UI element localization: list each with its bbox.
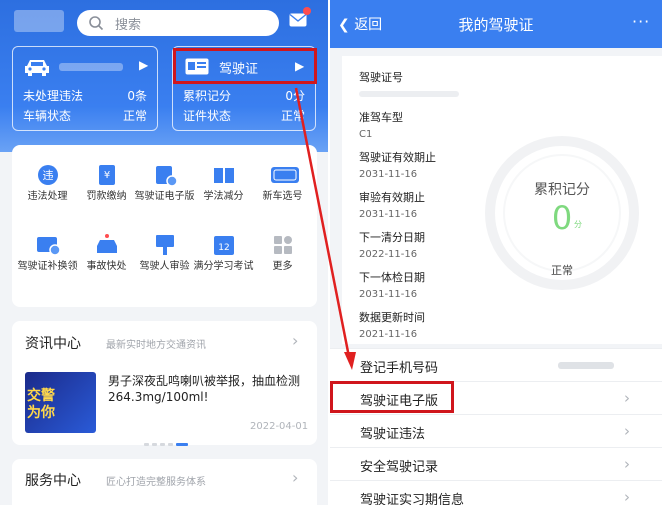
service-center-title: 服务中心 — [25, 473, 81, 489]
gauge-label: 累积记分 — [534, 182, 590, 198]
service-driver-review[interactable]: 驾驶人审验 — [134, 233, 195, 273]
calendar-12-icon: 12 — [211, 233, 237, 257]
chevron-right-icon[interactable]: › — [292, 331, 298, 350]
license-info-card: 驾驶证号 准驾车型 C1 驾驶证有效期止 2031-11-16 审验有效期止 2… — [342, 56, 662, 344]
points-value: 0分 — [285, 89, 305, 103]
news-center-subtitle: 最新实时地方交通资讯 — [106, 340, 206, 351]
city-selector[interactable] — [14, 10, 64, 32]
plate-number-masked — [59, 63, 123, 71]
points-label: 累积记分 — [183, 89, 232, 103]
field-license-number: 驾驶证号 — [359, 69, 459, 100]
news-center-card[interactable]: 资讯中心 最新实时地方交通资讯 › 交警 为你 男子深夜乱鸣喇叭被举报，抽血检测… — [12, 321, 317, 446]
chevron-right-icon: › — [624, 488, 630, 505]
service-full-score-study[interactable]: 12 满分学习考试 — [193, 233, 254, 273]
chevron-right-icon: › — [624, 389, 630, 407]
accident-car-icon — [94, 233, 120, 257]
chevron-right-icon: › — [624, 422, 630, 440]
field-vehicle-class: 准驾车型 C1 — [359, 111, 403, 140]
phone-number-masked — [558, 362, 614, 369]
chevron-right-icon: ▶ — [139, 58, 149, 72]
service-new-plate[interactable]: 新车选号 — [252, 163, 313, 203]
news-thumbnail-text: 交警 为你 — [27, 388, 55, 421]
driver-review-icon — [152, 233, 178, 257]
vehicle-status-label: 车辆状态 — [23, 109, 72, 123]
violations-value: 0条 — [127, 89, 147, 103]
license-status-label: 证件状态 — [183, 109, 232, 123]
gauge-value: 0 — [551, 199, 573, 237]
home-screen: 搜索 ▶ 未处理违法 0条 车辆状态 正常 驾驶证 ▶ 累积记分 0分 证件状态… — [0, 0, 328, 505]
field-review-expiry: 审验有效期止 2031-11-16 — [359, 191, 425, 220]
service-grid: 违 违法处理 ¥ 罚款缴纳 驾驶证电子版 学法减分 新车选号 驾驶证补换领 事故… — [12, 145, 317, 307]
more-grid-icon — [270, 233, 296, 257]
svg-text:¥: ¥ — [103, 170, 109, 181]
more-options-icon[interactable]: ··· — [632, 12, 650, 31]
car-icon — [25, 60, 49, 76]
vehicle-card[interactable]: ▶ 未处理违法 0条 车辆状态 正常 — [12, 46, 158, 131]
menu-safe-driving-record[interactable]: 安全驾驶记录 › — [330, 447, 662, 480]
service-accident[interactable]: 事故快处 — [76, 233, 137, 273]
new-plate-icon — [270, 163, 299, 187]
e-license-icon — [152, 163, 178, 187]
menu-register-phone[interactable]: 登记手机号码 — [330, 348, 662, 381]
service-center-subtitle: 匠心打造完整服务体系 — [106, 477, 206, 488]
license-status-value: 正常 — [280, 109, 305, 123]
gauge-status: 正常 — [551, 264, 573, 277]
unread-badge — [303, 7, 311, 15]
service-center-card[interactable]: 服务中心 匠心打造完整服务体系 › — [12, 459, 317, 505]
message-icon[interactable] — [289, 7, 311, 28]
fine-payment-icon: ¥ — [94, 163, 120, 187]
service-study[interactable]: 学法减分 — [193, 163, 254, 203]
menu-license-violations[interactable]: 驾驶证违法 › — [330, 414, 662, 447]
license-renew-icon — [35, 233, 61, 257]
service-fine-payment[interactable]: ¥ 罚款缴纳 — [76, 163, 137, 203]
menu-probation-info[interactable]: 驾驶证实习期信息 › — [330, 480, 662, 505]
chevron-right-icon: › — [624, 455, 630, 473]
license-number-masked — [359, 91, 459, 97]
points-gauge: 累积记分 0 分 正常 — [477, 133, 647, 293]
license-detail-screen: ❮ 返回 我的驾驶证 ··· 驾驶证号 准驾车型 C1 驾驶证有效期止 2031… — [330, 0, 662, 505]
search-placeholder: 搜索 — [115, 18, 142, 33]
service-license-renew[interactable]: 驾驶证补换领 — [17, 233, 78, 273]
search-icon — [89, 16, 104, 31]
field-next-clear-date: 下一清分日期 2022-11-16 — [359, 231, 425, 260]
violations-label: 未处理违法 — [23, 89, 84, 103]
carousel-indicator — [144, 431, 191, 450]
page-title: 我的驾驶证 — [458, 16, 534, 34]
svg-text:12: 12 — [218, 243, 229, 253]
e-license-highlight — [330, 381, 454, 413]
field-data-update-time: 数据更新时间 2021-11-16 — [359, 311, 425, 340]
field-next-checkup-date: 下一体检日期 2031-11-16 — [359, 271, 425, 300]
news-date: 2022-04-01 — [250, 421, 309, 432]
field-license-expiry: 驾驶证有效期止 2031-11-16 — [359, 151, 436, 180]
search-bar[interactable]: 搜索 — [77, 10, 279, 36]
service-violation[interactable]: 违 违法处理 — [17, 163, 78, 203]
service-more[interactable]: 更多 — [252, 233, 313, 273]
news-thumbnail[interactable]: 交警 为你 — [25, 372, 96, 433]
study-book-icon — [211, 163, 237, 187]
svg-text:违: 违 — [42, 169, 53, 182]
vehicle-status-value: 正常 — [122, 109, 147, 123]
chevron-right-icon[interactable]: › — [292, 468, 298, 487]
gauge-unit: 分 — [574, 220, 582, 229]
service-e-license[interactable]: 驾驶证电子版 — [134, 163, 195, 203]
news-headline[interactable]: 男子深夜乱鸣喇叭被举报，抽血检测264.3mg/100ml! — [108, 373, 313, 405]
license-card-highlight — [173, 48, 317, 84]
nav-bar: ❮ 返回 我的驾驶证 ··· — [330, 0, 662, 48]
news-center-title: 资讯中心 — [25, 336, 81, 352]
violation-icon: 违 — [35, 163, 61, 187]
